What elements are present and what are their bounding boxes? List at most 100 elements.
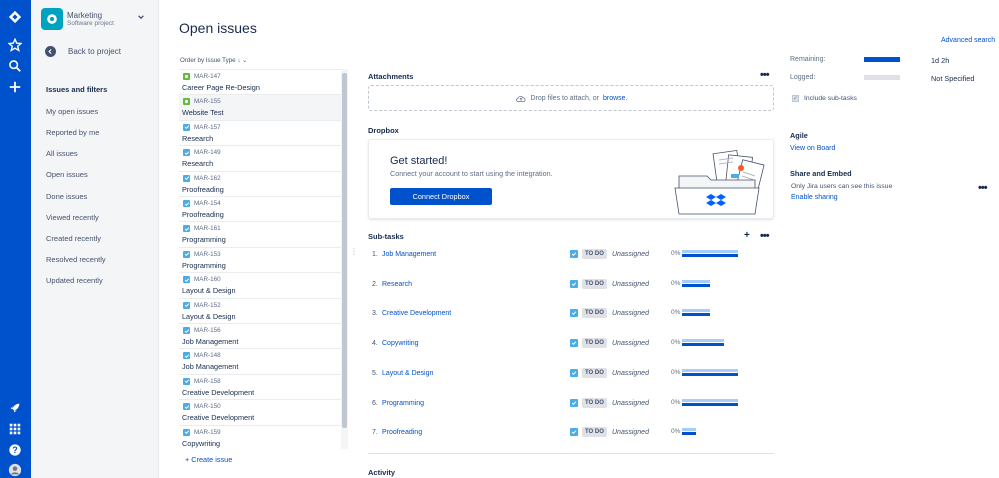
remaining-label: Remaining:	[790, 56, 826, 63]
issue-summary: Copywriting	[182, 438, 221, 448]
subtask-row[interactable]: 5. Layout & Design TO DO Unassigned 0%	[360, 367, 780, 381]
subtask-assignee[interactable]: Unassigned	[612, 370, 649, 377]
issue-list-item[interactable]: MAR-162 Proofreading	[179, 172, 341, 197]
enable-sharing-link[interactable]: Enable sharing	[791, 194, 838, 201]
chevron-down-icon[interactable]: ⌄	[242, 57, 247, 64]
order-by-control[interactable]: Order by Issue Type ↓ ⌄	[180, 57, 247, 64]
help-icon[interactable]: ?	[7, 442, 23, 458]
issue-list-item[interactable]: MAR-155 Website Test	[179, 95, 341, 121]
logged-label: Logged:	[790, 74, 816, 81]
issue-list-item[interactable]: MAR-152 Layout & Design	[179, 299, 341, 324]
subtask-link[interactable]: Copywriting	[382, 340, 419, 347]
issue-list-item[interactable]: MAR-160 Layout & Design	[179, 273, 341, 299]
back-to-project-link[interactable]: Back to project	[45, 46, 121, 57]
issue-list-item[interactable]: MAR-149 Research	[179, 146, 341, 172]
chevron-down-icon[interactable]	[137, 13, 145, 21]
sidebar-item-reported-by-me[interactable]: Reported by me	[46, 128, 99, 137]
sidebar-item-my-open-issues[interactable]: My open issues	[46, 107, 98, 116]
sidebar-item-resolved-recently[interactable]: Resolved recently	[46, 255, 106, 264]
status-badge[interactable]: TO DO	[582, 338, 607, 349]
issue-key: MAR-147	[194, 73, 221, 80]
add-subtask-icon[interactable]: +	[744, 230, 750, 241]
subtask-link[interactable]: Research	[382, 281, 412, 288]
create-issue-link[interactable]: + Create issue	[185, 455, 232, 464]
subtask-row[interactable]: 1. Job Management TO DO Unassigned 0%	[360, 248, 780, 262]
status-badge[interactable]: TO DO	[582, 367, 607, 378]
issue-list-item[interactable]: MAR-157 Research	[179, 121, 341, 147]
subtask-row[interactable]: 2. Research TO DO Unassigned 0%	[360, 278, 780, 292]
panel-resize-handle[interactable]: ⋮	[350, 248, 358, 260]
status-badge[interactable]: TO DO	[582, 249, 607, 259]
attachments-more-icon[interactable]: •••	[760, 70, 770, 81]
issue-list-scrollbar[interactable]	[341, 69, 348, 449]
status-badge[interactable]: TO DO	[582, 427, 607, 438]
browse-link[interactable]: browse.	[603, 95, 628, 102]
issue-list-item[interactable]: MAR-159 Copywriting	[179, 426, 341, 449]
connect-dropbox-button[interactable]: Connect Dropbox	[390, 188, 492, 205]
subtask-assignee[interactable]: Unassigned	[612, 251, 649, 258]
project-name[interactable]: Marketing	[67, 11, 102, 20]
subtask-assignee[interactable]: Unassigned	[612, 429, 649, 436]
sort-arrow-icon[interactable]: ↓	[237, 57, 240, 64]
issue-list-item[interactable]: MAR-153 Programming	[179, 248, 341, 274]
issue-list-item[interactable]: MAR-161 Programming	[179, 222, 341, 248]
include-subtasks-checkbox[interactable]: ✓	[792, 95, 799, 102]
subtask-row[interactable]: 3. Creative Development TO DO Unassigned 0%	[360, 307, 780, 321]
remaining-value: 1d 2h	[931, 56, 950, 65]
sidebar-item-created-recently[interactable]: Created recently	[46, 234, 101, 243]
issue-key: MAR-158	[194, 377, 221, 385]
issue-list-item[interactable]: MAR-148 Job Management	[179, 349, 341, 375]
subtask-link[interactable]: Proofreading	[382, 429, 422, 436]
subtask-link[interactable]: Layout & Design	[382, 370, 433, 377]
sidebar-item-viewed-recently[interactable]: Viewed recently	[46, 213, 99, 222]
subtask-link[interactable]: Creative Development	[382, 310, 451, 317]
app-switcher-icon[interactable]	[7, 421, 23, 437]
subtask-type-icon	[570, 368, 578, 377]
create-plus-icon[interactable]	[7, 79, 23, 95]
attachment-dropzone[interactable]: Drop files to attach, or browse.	[368, 85, 774, 111]
issue-list-item[interactable]: MAR-158 Creative Development	[179, 375, 341, 401]
task-type-icon	[183, 123, 190, 131]
subtask-row[interactable]: 6. Programming TO DO Unassigned 0%	[360, 397, 780, 411]
subtask-progress-percent: 0%	[671, 398, 681, 406]
sidebar-item-updated-recently[interactable]: Updated recently	[46, 276, 103, 285]
scrollbar-thumb[interactable]	[342, 73, 347, 428]
estimate-bar	[682, 250, 738, 253]
advanced-search-link[interactable]: Advanced search	[941, 37, 995, 44]
view-on-board-link[interactable]: View on Board	[790, 145, 835, 152]
right-panel: Advanced search Remaining: 1d 2h Logged:…	[785, 30, 999, 478]
issue-list-item[interactable]: MAR-150 Creative Development	[179, 400, 341, 426]
sidebar-item-done-issues[interactable]: Done issues	[46, 192, 87, 201]
sidebar-item-open-issues[interactable]: Open issues	[46, 170, 88, 179]
subtask-assignee[interactable]: Unassigned	[612, 340, 649, 347]
rocket-icon[interactable]	[7, 400, 23, 416]
subtask-row[interactable]: 7. Proofreading TO DO Unassigned 0%	[360, 426, 780, 440]
task-type-icon	[183, 403, 190, 411]
issue-summary: Creative Development	[182, 387, 255, 397]
subtask-number: 4.	[372, 340, 378, 348]
issue-list-item[interactable]: MAR-154 Proofreading	[179, 197, 341, 223]
project-avatar[interactable]	[41, 8, 63, 30]
jira-logo-icon[interactable]	[7, 9, 23, 25]
status-badge[interactable]: TO DO	[582, 397, 607, 408]
issue-list-item[interactable]: MAR-156 Job Management	[179, 324, 341, 350]
subtask-number: 2.	[372, 280, 378, 288]
star-icon[interactable]	[7, 37, 23, 53]
user-avatar-icon[interactable]	[7, 462, 23, 478]
status-badge[interactable]: TO DO	[582, 278, 607, 289]
sidebar-item-all-issues[interactable]: All issues	[46, 149, 78, 158]
task-type-icon	[183, 276, 190, 284]
issue-list-item[interactable]: MAR-147 Career Page Re-Design	[179, 70, 341, 96]
subtask-row[interactable]: 4. Copywriting TO DO Unassigned 0%	[360, 337, 780, 351]
status-badge[interactable]: TO DO	[582, 308, 607, 319]
subtask-assignee[interactable]: Unassigned	[612, 281, 649, 288]
subtask-assignee[interactable]: Unassigned	[612, 400, 649, 407]
share-more-icon[interactable]: •••	[978, 183, 988, 194]
search-icon[interactable]	[7, 58, 23, 74]
subtask-assignee[interactable]: Unassigned	[612, 310, 649, 317]
subtask-link[interactable]: Programming	[382, 400, 424, 407]
subtasks-more-icon[interactable]: •••	[760, 231, 770, 242]
subtask-link[interactable]: Job Management	[382, 251, 436, 258]
project-type: Software project	[67, 20, 114, 27]
issue-list-panel: Order by Issue Type ↓ ⌄ MAR-147 Career Pa…	[179, 55, 348, 478]
